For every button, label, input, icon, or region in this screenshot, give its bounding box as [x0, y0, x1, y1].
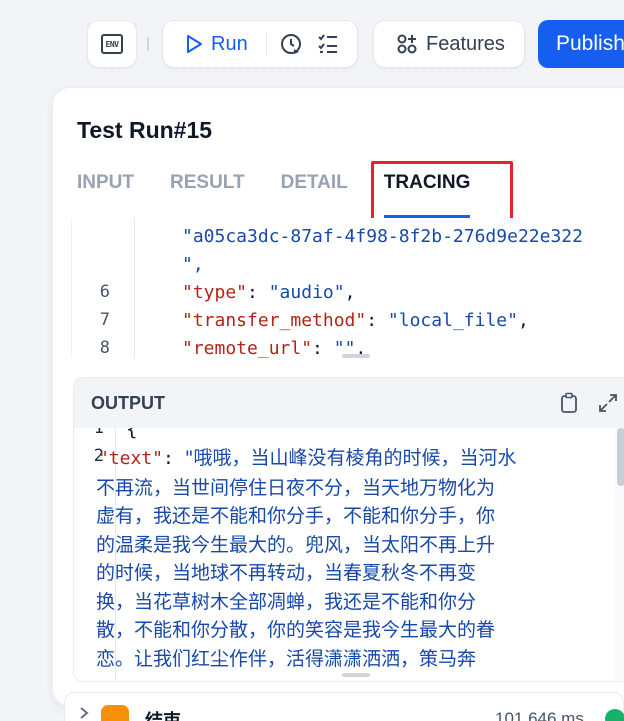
code-value: "audio"	[268, 282, 345, 303]
expand-icon[interactable]	[598, 393, 618, 413]
scrollbar-thumb[interactable]	[617, 428, 624, 486]
code-value: 不再流，当世间停住日夜不分，当天地万物化为	[96, 476, 496, 499]
workflow-toolbar: ENV Run Features Publish	[0, 20, 624, 68]
end-node-row[interactable]: 结束 101.646 ms	[64, 692, 624, 721]
features-button[interactable]: Features	[373, 20, 525, 68]
output-header: OUTPUT	[74, 378, 624, 428]
features-label: Features	[426, 32, 505, 55]
env-icon: ENV	[101, 34, 123, 54]
code-key: "transfer_method"	[182, 310, 367, 331]
code-gutter-divider	[134, 218, 135, 358]
code-key: "text"	[98, 448, 164, 469]
horizontal-scroll-handle[interactable]	[342, 354, 370, 358]
code-brace: {	[126, 428, 138, 440]
input-json-viewer[interactable]: "a05ca3dc-87af-4f98-8f2b-276d9e22e322 ",…	[71, 218, 624, 358]
run-divider	[265, 32, 267, 56]
line-number: 7	[99, 310, 110, 330]
line-number: 6	[99, 282, 110, 302]
run-group: Run	[162, 20, 358, 68]
code-punct: ,	[344, 282, 356, 303]
line-number: 1	[93, 428, 104, 438]
horizontal-scroll-handle[interactable]	[342, 673, 370, 677]
code-value: 虚有，我还是不能和你分手，不能和你分手，你	[96, 505, 496, 527]
run-button[interactable]: Run	[163, 21, 248, 67]
tab-detail[interactable]: DETAIL	[281, 172, 348, 218]
code-key: "type"	[182, 282, 248, 303]
end-node-time: 101.646 ms	[495, 709, 584, 721]
panel-title: Test Run#15	[77, 117, 213, 143]
checklist-icon[interactable]	[317, 33, 339, 55]
code-value: 散，不能和你分散，你的笑容是我今生最大的眷	[96, 619, 496, 641]
features-icon	[397, 34, 417, 54]
tab-result[interactable]: RESULT	[170, 172, 245, 218]
vertical-scrollbar[interactable]	[615, 428, 624, 681]
output-viewer: OUTPUT 1 2 { "text": "哦哦，当山峰没有棱角的时候，当河水 …	[73, 377, 624, 682]
play-icon	[187, 35, 202, 53]
code-key: "remote_url"	[182, 338, 313, 358]
publish-button[interactable]: Publish	[538, 20, 624, 68]
env-button[interactable]: ENV	[87, 20, 137, 68]
chevron-right-icon[interactable]	[79, 706, 89, 720]
code-value: "哦哦，当山峰没有棱角的时候，当河水	[184, 447, 517, 469]
code-value: 的温柔是我今生最大的。兜风，当太阳不再上升	[96, 533, 496, 556]
run-label: Run	[211, 32, 248, 55]
success-check-icon	[605, 709, 624, 721]
line-number: 8	[99, 338, 110, 358]
output-text: "text": "哦哦，当山峰没有棱角的时候，当河水 不再流，当世间停住日夜不分…	[96, 444, 614, 673]
end-node-label: 结束	[145, 711, 181, 721]
output-title: OUTPUT	[91, 392, 165, 413]
code-value: "local_file"	[387, 310, 518, 331]
end-node-icon	[101, 705, 129, 721]
code-value: 恋。让我们红尘作伴，活得潇潇洒洒，策马奔	[96, 647, 477, 670]
code-value: 换，当花草树木全部凋蝉，我还是不能和你分	[96, 590, 477, 613]
tracing-highlight-annotation	[371, 161, 513, 223]
copy-icon[interactable]	[559, 392, 579, 414]
tab-input[interactable]: INPUT	[77, 172, 134, 218]
output-code-body[interactable]: 1 2 { "text": "哦哦，当山峰没有棱角的时候，当河水 不再流，当世间…	[74, 428, 624, 681]
code-value: 的时候，当地球不再转动，当春夏秋冬不再变	[96, 562, 477, 584]
test-run-panel: Test Run#15 INPUT RESULT DETAIL TRACING …	[52, 87, 624, 707]
code-punct: ,	[517, 310, 529, 331]
toolbar-divider	[147, 37, 151, 51]
code-value: ",	[182, 254, 204, 275]
code-value: "a05ca3dc-87af-4f98-8f2b-276d9e22e322	[182, 226, 583, 247]
history-icon[interactable]	[279, 32, 303, 56]
